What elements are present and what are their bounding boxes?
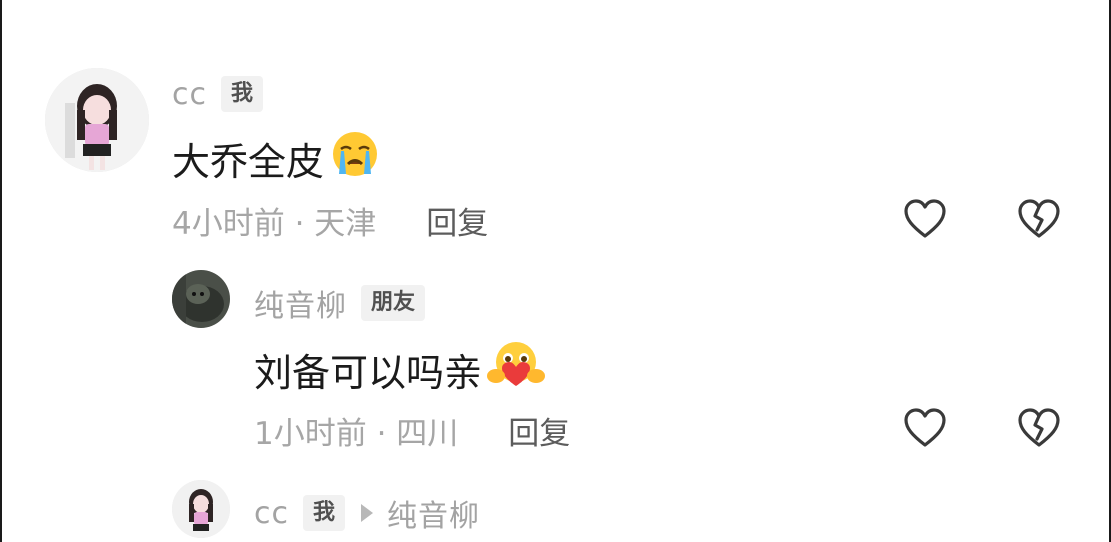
like-button[interactable]	[902, 196, 948, 242]
avatar[interactable]	[172, 270, 230, 328]
dislike-button[interactable]	[1016, 405, 1062, 451]
comment-header: cc 我 纯音柳	[254, 491, 480, 535]
broken-heart-icon	[1018, 199, 1060, 238]
reply-button[interactable]: 回复	[426, 198, 488, 243]
comment-meta: 4小时前 · 天津 回复	[172, 198, 488, 243]
comment-header: 纯音柳 朋友	[254, 281, 426, 325]
me-badge: 我	[303, 495, 346, 531]
username[interactable]: cc	[254, 496, 289, 531]
me-badge: 我	[221, 76, 264, 112]
avatar[interactable]	[172, 480, 230, 538]
comment-text: 刘备可以吗亲	[254, 340, 546, 399]
dislike-button[interactable]	[1016, 196, 1062, 242]
username[interactable]: 纯音柳	[254, 281, 347, 325]
comment-header: cc 我	[172, 76, 264, 112]
heart-outline-icon	[904, 199, 946, 238]
reply-arrow-icon	[361, 504, 374, 522]
comment-meta: 1小时前 · 四川 回复	[254, 408, 570, 453]
heart-outline-icon	[904, 408, 946, 447]
like-button[interactable]	[902, 405, 948, 451]
avatar-girl-image	[45, 68, 149, 172]
avatar[interactable]	[45, 68, 149, 172]
broken-heart-icon	[1018, 408, 1060, 447]
avatar-girl-image	[172, 480, 230, 538]
comment-text: 大乔全皮	[172, 130, 382, 187]
screen-frame	[0, 0, 1111, 542]
reply-button[interactable]: 回复	[508, 408, 570, 453]
reply-to-username[interactable]: 纯音柳	[387, 491, 480, 535]
timestamp-location: 4小时前 · 天津	[172, 206, 377, 242]
timestamp-location: 1小时前 · 四川	[254, 416, 459, 452]
username[interactable]: cc	[172, 77, 207, 112]
crying-face-emoji-icon	[328, 130, 382, 187]
avatar-cat-image	[172, 270, 230, 328]
comment-content: 大乔全皮	[172, 140, 325, 184]
comment-content: 刘备可以吗亲	[254, 351, 483, 395]
friend-badge: 朋友	[361, 285, 426, 321]
hugging-heart-emoji-icon	[486, 340, 546, 399]
